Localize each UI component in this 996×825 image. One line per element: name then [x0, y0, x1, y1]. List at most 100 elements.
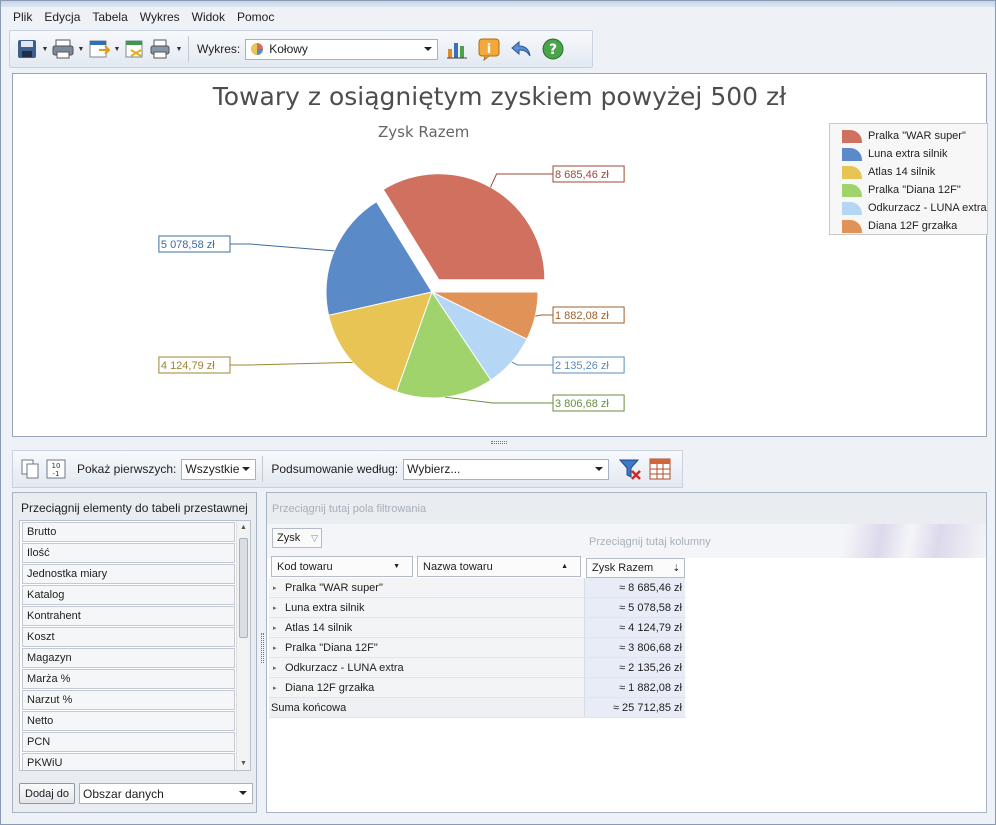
- export-dropdown-arrow[interactable]: ▼: [112, 36, 122, 62]
- row-name: Diana 12F grzałka: [285, 681, 375, 694]
- app-window: Plik Edycja Tabela Wykres Widok Pomoc ▼ …: [0, 0, 996, 825]
- menu-wykres[interactable]: Wykres: [134, 8, 186, 28]
- toolbar-separator: [188, 36, 189, 62]
- print-icon[interactable]: [50, 36, 76, 62]
- add-to-button[interactable]: Dodaj do: [19, 783, 76, 804]
- summary-select[interactable]: Wybierz...: [403, 458, 610, 480]
- pivot-toolbar: 10 -1 Pokaż pierwszych: Wszystkie Podsumo…: [12, 450, 683, 488]
- show-first-select[interactable]: Wszystkie: [181, 458, 257, 480]
- field-list-scrollbar[interactable]: ▲ ▼: [236, 521, 250, 770]
- sort-up-icon[interactable]: ▲: [561, 563, 568, 570]
- print-preview-icon[interactable]: [148, 36, 174, 62]
- legend-item: Luna extra silnik: [842, 145, 987, 163]
- field-item[interactable]: PKWiU: [22, 753, 235, 770]
- row-name-cell: ▸ Luna extra silnik: [269, 598, 585, 617]
- field-item[interactable]: Kontrahent: [22, 606, 235, 626]
- save-dropdown-arrow[interactable]: ▼: [40, 36, 50, 62]
- menu-pomoc[interactable]: Pomoc: [231, 8, 280, 28]
- field-item[interactable]: Koszt: [22, 627, 235, 647]
- sort-icon[interactable]: ⇣: [672, 563, 680, 574]
- expand-icon[interactable]: ▸: [273, 624, 285, 632]
- field-item[interactable]: Magazyn: [22, 648, 235, 668]
- leader-line: [490, 173, 553, 188]
- expand-icon[interactable]: ▸: [273, 644, 285, 652]
- legend-label: Diana 12F grzałka: [868, 220, 958, 232]
- table-row[interactable]: ▸ Luna extra silnik ≈ 5 078,58 zł: [269, 598, 686, 618]
- top-values-icon[interactable]: 10 -1: [43, 456, 69, 482]
- splitter-handle[interactable]: [491, 441, 507, 444]
- field-item[interactable]: Marża %: [22, 669, 235, 689]
- print-dropdown-arrow[interactable]: ▼: [76, 36, 86, 62]
- expand-icon[interactable]: ▸: [273, 684, 285, 692]
- legend-swatch: [842, 183, 862, 197]
- row-field-kod-towaru[interactable]: Kod towaru ▼: [271, 556, 413, 577]
- row-value-cell: ≈ 4 124,79 zł: [585, 618, 685, 637]
- pivot-grid: ▸ Pralka "WAR super" ≈ 8 685,46 zł ▸ Luna ex…: [269, 578, 686, 718]
- legend-item: Atlas 14 silnik: [842, 163, 987, 181]
- legend-item: Odkurzacz - LUNA extra: [842, 199, 987, 217]
- field-item[interactable]: Brutto: [22, 522, 235, 542]
- scroll-up-icon[interactable]: ▲: [240, 524, 247, 531]
- chart-type-select[interactable]: Kołowy: [245, 38, 439, 60]
- field-list-icon[interactable]: [647, 456, 673, 482]
- value-header[interactable]: Zysk Razem ⇣: [586, 558, 685, 578]
- filter-drop-area[interactable]: Przeciągnij tutaj pola filtrowania: [267, 493, 986, 524]
- info-icon[interactable]: i: [476, 36, 502, 62]
- field-item[interactable]: Jednostka miary: [22, 564, 235, 584]
- export-data-icon[interactable]: [122, 36, 148, 62]
- sort-down-icon[interactable]: ▼: [393, 563, 400, 570]
- copy-icon[interactable]: [17, 456, 43, 482]
- row-name: Pralka "WAR super": [285, 581, 383, 594]
- row-field-nazwa-towaru[interactable]: Nazwa towaru ▲: [417, 556, 581, 577]
- row-name-cell: ▸ Diana 12F grzałka: [269, 678, 585, 697]
- chevron-down-icon: [424, 46, 433, 51]
- leader-line: [511, 361, 553, 366]
- row-name-cell: ▸ Pralka "WAR super": [269, 578, 585, 597]
- chart-wizard-icon[interactable]: [444, 36, 470, 62]
- legend-label: Pralka "WAR super": [868, 130, 966, 142]
- chevron-down-icon: [239, 791, 248, 795]
- row-name: Odkurzacz - LUNA extra: [285, 661, 404, 674]
- scroll-down-icon[interactable]: ▼: [240, 760, 247, 767]
- expand-icon[interactable]: ▸: [273, 584, 285, 592]
- help-icon[interactable]: ?: [540, 36, 566, 62]
- table-row[interactable]: ▸ Pralka "WAR super" ≈ 8 685,46 zł: [269, 578, 686, 598]
- total-row: Suma końcowa ≈ 25 712,85 zł: [269, 698, 686, 718]
- panel-splitter[interactable]: [261, 633, 264, 663]
- field-item[interactable]: Narzut %: [22, 690, 235, 710]
- column-drop-area[interactable]: Przeciągnij tutaj kolumny: [589, 536, 711, 548]
- filter-icon[interactable]: ▽: [311, 533, 318, 544]
- menu-tabela[interactable]: Tabela: [86, 8, 133, 28]
- expand-icon[interactable]: ▸: [273, 664, 285, 672]
- print-preview-dropdown-arrow[interactable]: ▼: [174, 36, 184, 62]
- row-value-cell: ≈ 5 078,58 zł: [585, 598, 685, 617]
- field-list-panel: Przeciągnij elementy do tabeli przestawn…: [12, 492, 257, 813]
- export-icon[interactable]: [86, 36, 112, 62]
- field-item[interactable]: Katalog: [22, 585, 235, 605]
- legend-swatch: [842, 201, 862, 215]
- menu-edycja[interactable]: Edycja: [38, 8, 86, 28]
- undo-icon[interactable]: [508, 36, 534, 62]
- menu-widok[interactable]: Widok: [186, 8, 231, 28]
- table-row[interactable]: ▸ Pralka "Diana 12F" ≈ 3 806,68 zł: [269, 638, 686, 658]
- table-row[interactable]: ▸ Odkurzacz - LUNA extra ≈ 2 135,26 zł: [269, 658, 686, 678]
- field-panel-title: Przeciągnij elementy do tabeli przestawn…: [21, 501, 248, 515]
- table-row[interactable]: ▸ Atlas 14 silnik ≈ 4 124,79 zł: [269, 618, 686, 638]
- target-area-select[interactable]: Obszar danych: [79, 783, 254, 804]
- chart-type-label: Wykres:: [197, 42, 241, 56]
- legend-label: Atlas 14 silnik: [868, 166, 936, 178]
- menu-plik[interactable]: Plik: [7, 8, 38, 28]
- clear-filter-icon[interactable]: [617, 456, 643, 482]
- data-field-chip[interactable]: Zysk ▽: [272, 528, 322, 548]
- scroll-thumb[interactable]: [239, 538, 248, 638]
- table-row[interactable]: ▸ Diana 12F grzałka ≈ 1 882,08 zł: [269, 678, 686, 698]
- field-item[interactable]: PCN: [22, 732, 235, 752]
- field-item[interactable]: Netto: [22, 711, 235, 731]
- pivot-grid-area: Przeciągnij tutaj pola filtrowania Zysk …: [261, 492, 987, 813]
- save-icon[interactable]: [14, 36, 40, 62]
- expand-icon[interactable]: ▸: [273, 604, 285, 612]
- row-name-cell: ▸ Odkurzacz - LUNA extra: [269, 658, 585, 677]
- row-name: Luna extra silnik: [285, 601, 365, 614]
- summary-value: Wybierz...: [407, 462, 461, 476]
- field-item[interactable]: Ilość: [22, 543, 235, 563]
